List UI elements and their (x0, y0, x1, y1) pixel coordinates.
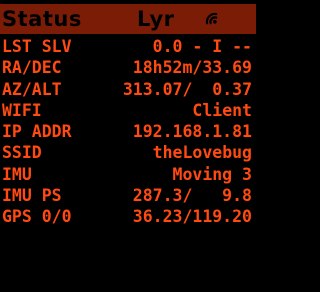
row-ra-dec: RA/DEC 18h52m/33.69 (0, 57, 256, 78)
row-imu: IMU Moving 3 (0, 164, 256, 185)
tab-lyr[interactable]: Lyr (137, 7, 175, 31)
row-value: 36.23/119.20 (132, 207, 252, 227)
row-value: Client (192, 100, 252, 120)
row-value: 0.0 - I -- (152, 37, 252, 56)
row-imu-ps: IMU PS 287.3/ 9.8 (0, 185, 256, 206)
row-label: IMU PS (2, 186, 62, 206)
row-value: 18h52m/33.69 (132, 58, 252, 78)
row-label: GPS 0/0 (2, 207, 72, 227)
row-ip-addr: IP ADDR 192.168.1.81 (0, 121, 256, 142)
row-label: SSID (2, 143, 42, 163)
row-label: IP ADDR (2, 122, 72, 142)
status-screen: Status Lyr LST SLV 0.0 - I -- RA/DEC 18h… (0, 0, 256, 256)
status-list: LST SLV 0.0 - I -- RA/DEC 18h52m/33.69 A… (0, 36, 256, 228)
row-ssid: SSID theLovebug (0, 142, 256, 163)
row-value: Moving 3 (172, 164, 252, 184)
row-label: RA/DEC (2, 58, 62, 78)
row-value: 192.168.1.81 (132, 122, 252, 142)
row-value: theLovebug (152, 143, 252, 163)
row-az-alt: AZ/ALT 313.07/ 0.37 (0, 79, 256, 100)
row-value: 313.07/ 0.37 (122, 79, 252, 99)
header-bar: Status Lyr (0, 4, 256, 34)
row-label: LST SLV (2, 37, 72, 56)
row-label: AZ/ALT (2, 79, 62, 99)
row-gps: GPS 0/0 36.23/119.20 (0, 206, 256, 227)
tab-status[interactable]: Status (2, 7, 82, 31)
row-wifi: WIFI Client (0, 100, 256, 121)
row-lst-slv: LST SLV 0.0 - I -- (0, 36, 256, 57)
wifi-icon (205, 12, 218, 25)
row-value: 287.3/ 9.8 (132, 186, 252, 206)
row-label: WIFI (2, 100, 42, 120)
row-label: IMU (2, 164, 32, 184)
